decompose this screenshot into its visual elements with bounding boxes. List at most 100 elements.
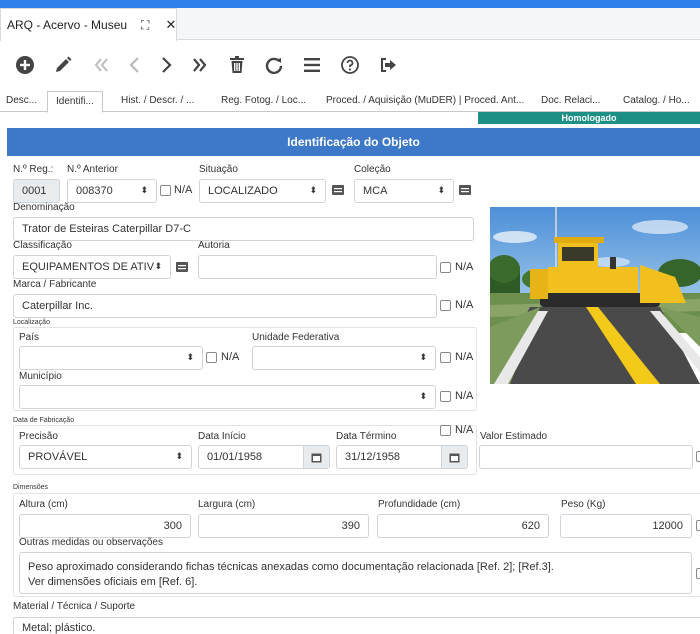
municipio-na-label: N/A: [455, 390, 474, 402]
localizacao-label: Localização: [13, 319, 50, 326]
lookup-icon[interactable]: [176, 262, 188, 272]
valor-na-checkbox[interactable]: [696, 451, 700, 462]
window-top-bar: [0, 0, 700, 8]
classificacao-label: Classificação: [13, 240, 72, 251]
termino-date-input[interactable]: 31/12/1958: [336, 445, 468, 469]
pais-na-checkbox[interactable]: [206, 352, 217, 363]
outras-na-checkbox[interactable]: [696, 568, 700, 579]
marca-input[interactable]: Caterpillar Inc.: [13, 294, 437, 318]
refresh-icon[interactable]: [261, 52, 287, 78]
nreg-value: 0001: [22, 185, 47, 197]
chevron-down-icon: ⬍: [186, 352, 194, 362]
precisao-select[interactable]: PROVÁVEL ⬍: [19, 445, 192, 469]
tab-strip: ARQ - Acervo - Museu ⛶ ✕: [0, 8, 700, 41]
menu-icon[interactable]: [299, 52, 325, 78]
termino-label: Data Término: [336, 431, 397, 442]
nreg-label: N.º Reg.:: [13, 164, 54, 175]
lookup-icon[interactable]: [459, 185, 471, 195]
peso-value: 12000: [652, 520, 683, 532]
calendar-icon[interactable]: [441, 446, 467, 468]
tab-registro-fotografico[interactable]: Reg. Fotog. / Loc...: [221, 92, 306, 112]
lookup-icon[interactable]: [332, 185, 344, 195]
expand-icon[interactable]: ⛶: [141, 18, 149, 33]
uf-select[interactable]: ⬍: [252, 346, 436, 370]
autoria-input[interactable]: [198, 255, 437, 279]
peso-na-checkbox[interactable]: [696, 520, 700, 531]
status-badge: Homologado: [478, 112, 700, 124]
fabricacao-na-checkbox[interactable]: [440, 425, 451, 436]
pais-select[interactable]: ⬍: [19, 346, 203, 370]
valor-label: Valor Estimado: [480, 431, 548, 442]
calendar-icon[interactable]: [303, 446, 329, 468]
nreg-field: 0001: [13, 179, 60, 203]
first-icon[interactable]: [88, 52, 114, 78]
outras-textarea[interactable]: Peso aproximado considerando fichas técn…: [19, 552, 692, 594]
precisao-label: Precisão: [19, 431, 58, 442]
profundidade-input[interactable]: 620: [377, 514, 549, 538]
fabricacao-label: Data de Fabricação: [13, 417, 75, 424]
chevron-down-icon: ⬍: [309, 185, 317, 195]
classificacao-select[interactable]: EQUIPAMENTOS DE ATIV ⬍: [13, 255, 171, 279]
largura-value: 390: [341, 520, 360, 532]
edit-icon[interactable]: [50, 52, 76, 78]
chevron-down-icon: ⬍: [175, 451, 183, 461]
spinner-icon: ⬍: [140, 185, 148, 195]
nant-na-checkbox[interactable]: [160, 185, 171, 196]
chevron-down-icon: ⬍: [419, 352, 427, 362]
add-icon[interactable]: [12, 52, 38, 78]
inicio-date-input[interactable]: 01/01/1958: [198, 445, 330, 469]
nant-field[interactable]: 008370 ⬍: [67, 179, 157, 203]
outras-label: Outras medidas ou observações: [19, 537, 163, 548]
tab-identificacao[interactable]: Identifi...: [47, 91, 103, 113]
exit-icon[interactable]: [375, 52, 401, 78]
inicio-value: 01/01/1958: [207, 451, 263, 463]
material-value: Metal; plástico.: [22, 622, 96, 634]
situacao-select[interactable]: LOCALIZADO ⬍: [199, 179, 326, 203]
colecao-value: MCA: [363, 185, 388, 197]
precisao-value: PROVÁVEL: [28, 451, 88, 463]
municipio-na-checkbox[interactable]: [440, 391, 451, 402]
municipio-select[interactable]: ⬍: [19, 385, 436, 409]
app-tab-title: ARQ - Acervo - Museu: [7, 18, 128, 32]
nant-na-label: N/A: [174, 184, 193, 196]
altura-label: Altura (cm): [19, 499, 68, 510]
altura-input[interactable]: 300: [19, 514, 191, 538]
tab-descricao[interactable]: Desc...: [6, 92, 37, 112]
close-icon[interactable]: ✕: [165, 17, 176, 33]
situacao-value: LOCALIZADO: [208, 185, 278, 197]
situacao-label: Situação: [199, 164, 238, 175]
colecao-select[interactable]: MCA ⬍: [354, 179, 454, 203]
tab-documentos-relacionados[interactable]: Doc. Relaci...: [541, 92, 600, 112]
delete-icon[interactable]: [224, 52, 250, 78]
object-photo[interactable]: [490, 207, 700, 384]
autoria-na-checkbox[interactable]: [440, 262, 451, 273]
last-icon[interactable]: [187, 52, 213, 78]
prev-icon[interactable]: [122, 52, 148, 78]
uf-na-label: N/A: [455, 351, 474, 363]
peso-input[interactable]: 12000: [560, 514, 692, 538]
largura-input[interactable]: 390: [198, 514, 369, 538]
pais-na-label: N/A: [221, 351, 240, 363]
peso-label: Peso (Kg): [561, 499, 606, 510]
help-icon[interactable]: [337, 52, 363, 78]
uf-na-checkbox[interactable]: [440, 352, 451, 363]
denominacao-value: Trator de Esteiras Caterpillar D7-C: [22, 223, 191, 235]
material-label: Material / Técnica / Suporte: [13, 601, 136, 612]
fabricacao-na-label: N/A: [455, 424, 474, 436]
tab-historico[interactable]: Hist. / Descr. / ...: [121, 92, 194, 112]
denominacao-input[interactable]: Trator de Esteiras Caterpillar D7-C: [13, 217, 474, 241]
valor-input[interactable]: [479, 445, 693, 469]
marca-na-checkbox[interactable]: [440, 300, 451, 311]
tab-procedencia[interactable]: Proced. / Aquisição (MuDER) | Proced. An…: [326, 92, 524, 112]
outras-line-1: Peso aproximado considerando fichas técn…: [28, 561, 554, 573]
largura-label: Largura (cm): [198, 499, 256, 510]
material-input[interactable]: Metal; plástico.: [13, 617, 700, 634]
tab-catalogacao[interactable]: Catalog. / Ho...: [623, 92, 690, 112]
nant-value: 008370: [76, 185, 113, 197]
app-tab[interactable]: ARQ - Acervo - Museu ⛶ ✕: [0, 8, 177, 41]
section-header: Identificação do Objeto: [7, 128, 700, 156]
inicio-label: Data Início: [198, 431, 246, 442]
marca-value: Caterpillar Inc.: [22, 300, 93, 312]
next-icon[interactable]: [153, 52, 179, 78]
profundidade-value: 620: [521, 520, 540, 532]
